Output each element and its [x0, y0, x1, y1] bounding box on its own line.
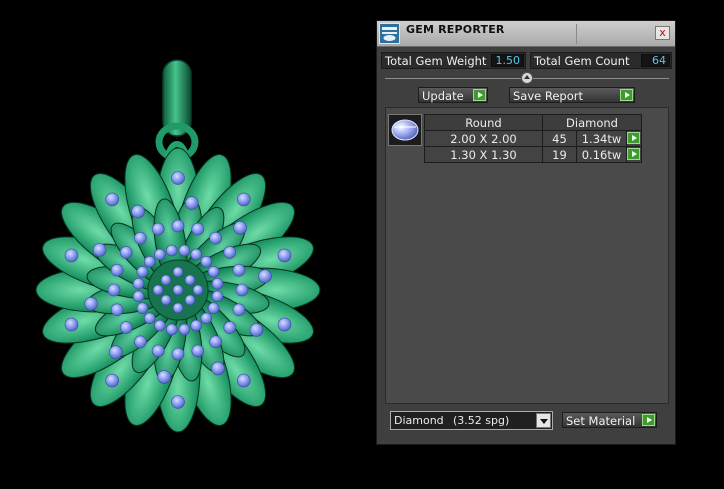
material-spg: (3.52 spg)	[453, 414, 510, 427]
save-report-go-icon	[620, 89, 633, 101]
chevron-down-icon[interactable]	[536, 413, 551, 428]
row-count: 19	[542, 146, 577, 163]
row-go-button[interactable]	[626, 130, 642, 147]
total-gem-count-box: Total Gem Count 64	[530, 52, 672, 69]
update-go-icon	[473, 89, 486, 101]
total-gem-count-label: Total Gem Count	[534, 54, 630, 68]
close-button[interactable]: x	[655, 26, 670, 40]
material-dropdown[interactable]: Diamond (3.52 spg)	[390, 411, 553, 430]
collapse-toggle[interactable]	[521, 72, 533, 84]
update-button[interactable]: Update	[418, 87, 488, 103]
table-row: 2.00 X 2.00 45 1.34tw	[424, 130, 642, 147]
total-gem-count-value: 64	[641, 54, 670, 67]
row-go-button[interactable]	[626, 146, 642, 163]
set-material-button[interactable]: Set Material	[562, 412, 657, 428]
set-material-go-icon	[642, 414, 655, 426]
go-arrow-icon	[627, 148, 640, 160]
pendant-render	[35, 59, 321, 433]
row-weight: 0.16tw	[576, 146, 627, 163]
title-separator	[576, 24, 577, 44]
gem-table: Round Diamond 2.00 X 2.00 45 1.34tw 1.30…	[424, 114, 642, 163]
gem-table-header: Round Diamond	[424, 114, 642, 131]
3d-viewport[interactable]	[0, 0, 376, 489]
update-button-label: Update	[422, 89, 464, 103]
title-bar[interactable]: GEM REPORTER x	[377, 21, 675, 47]
material-name: Diamond	[394, 414, 444, 427]
gem-reporter-app-icon	[379, 23, 400, 44]
total-gem-weight-value: 1.50	[491, 54, 524, 67]
save-report-button-label: Save Report	[513, 89, 584, 103]
total-gem-weight-label: Total Gem Weight	[385, 54, 487, 68]
header-shape: Round	[424, 114, 543, 131]
table-row: 1.30 X 1.30 19 0.16tw	[424, 146, 642, 163]
row-size: 2.00 X 2.00	[424, 130, 543, 147]
row-count: 45	[542, 130, 577, 147]
header-material: Diamond	[542, 114, 642, 131]
row-weight: 1.34tw	[576, 130, 627, 147]
panel-title: GEM REPORTER	[406, 23, 505, 36]
save-report-button[interactable]: Save Report	[509, 87, 635, 103]
round-diamond-icon	[388, 114, 422, 146]
set-material-button-label: Set Material	[566, 414, 636, 428]
row-size: 1.30 X 1.30	[424, 146, 543, 163]
gem-report-area: Round Diamond 2.00 X 2.00 45 1.34tw 1.30…	[385, 107, 669, 404]
go-arrow-icon	[627, 132, 640, 144]
total-gem-weight-box: Total Gem Weight 1.50	[381, 52, 526, 69]
gem-reporter-panel: GEM REPORTER x Total Gem Weight 1.50 Tot…	[376, 20, 676, 445]
